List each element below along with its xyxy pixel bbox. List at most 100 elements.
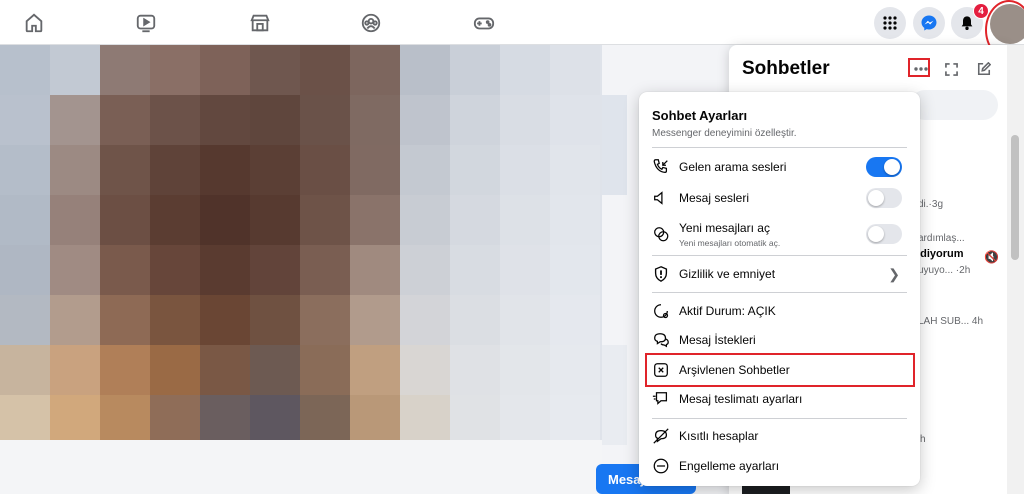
mosaic-tile [150,195,200,245]
mosaic-tile [350,395,400,445]
mosaic-tile [100,345,150,395]
chat-preview-text: uyuyo... ·2h [918,265,971,276]
menu-item-restricted-accounts[interactable]: Kısıtlı hesaplar [648,422,912,450]
mosaic-tile [0,95,50,145]
chevron-right-icon: ❯ [888,266,900,282]
page-scrollbar[interactable] [1007,45,1024,494]
photo-lower-area [0,440,602,494]
chats-search-field[interactable] [910,90,998,120]
menu-item-label: Kısıtlı hesaplar [679,429,759,443]
mosaic-tile [300,145,350,195]
mosaic-tile [250,195,300,245]
menu-grid-icon[interactable] [874,7,906,39]
mosaic-tile [300,295,350,345]
menu-item-message-sounds[interactable]: Mesaj sesleri [648,184,912,212]
scrollbar-thumb[interactable] [1011,135,1019,260]
mosaic-tile [50,145,100,195]
menu-item-label: Mesaj İstekleri [679,333,756,347]
messenger-icon[interactable] [913,7,945,39]
mosaic-tile [400,145,450,195]
menu-item-label: Mesaj teslimatı ayarları [679,392,803,406]
mosaic-tile [50,395,100,445]
mosaic-tile [0,345,50,395]
block-icon [651,456,671,476]
menu-item-privacy-safety[interactable]: Gizlilik ve emniyet ❯ [648,260,912,288]
mosaic-tile [100,395,150,445]
mosaic-tile [250,395,300,445]
mosaic-tile [500,145,550,195]
menu-item-incoming-call-sounds[interactable]: Gelen arama sesleri [648,153,912,181]
menu-item-label: Engelleme ayarları [679,459,780,473]
menu-item-open-new-messages[interactable]: Yeni mesajları aç Yeni mesajları otomati… [648,220,912,248]
mosaic-tile [400,45,450,95]
mosaic-tile [100,95,150,145]
menu-item-block-settings[interactable]: Engelleme ayarları [648,452,912,480]
notifications-icon[interactable]: 4 [951,3,989,39]
mosaic-tile [450,245,500,295]
mosaic-tile [400,95,450,145]
menu-item-active-status[interactable]: Aktif Durum: AÇIK [648,297,912,325]
divider [652,147,907,148]
mosaic-tile [200,245,250,295]
message-requests-icon [651,330,671,350]
mosaic-tile [300,395,350,445]
incoming-call-icon [651,157,671,177]
mosaic-tile [400,195,450,245]
message-sounds-toggle[interactable] [866,188,902,208]
mosaic-tile [550,245,600,295]
watch-icon[interactable] [133,10,159,36]
gaming-icon[interactable] [471,10,497,36]
mosaic-tile [550,395,600,445]
mosaic-tile [150,145,200,195]
mosaic-tile [500,45,550,95]
mosaic-tile [150,245,200,295]
expand-icon[interactable] [940,59,962,79]
menu-header: Sohbet Ayarları Messenger deneyimini öze… [652,108,797,139]
divider [652,418,907,419]
menu-item-label: Gelen arama sesleri [679,160,787,174]
mosaic-tile [450,95,500,145]
mosaic-tile [300,195,350,245]
incoming-call-sounds-toggle[interactable] [866,157,902,177]
menu-item-label: Gizlilik ve emniyet [679,267,776,281]
mosaic-tile [350,45,400,95]
chat-preview-text: LAH SUB... 4h [918,316,984,327]
mosaic-tile [550,95,600,145]
mosaic-tile [300,95,350,145]
menu-title: Sohbet Ayarları [652,108,748,123]
muted-icon: 🔇 [984,250,999,264]
mosaic-tile [350,295,400,345]
home-icon[interactable] [21,10,47,36]
menu-subtitle: Messenger deneyimini özelleştir. [652,128,797,139]
mosaic-tile [0,295,50,345]
mosaic-tile [500,295,550,345]
open-new-messages-toggle[interactable] [866,224,902,244]
chat-preview-text: h [920,434,926,445]
mosaic-tile [450,295,500,345]
speaker-icon [651,188,671,208]
mosaic-tile [450,395,500,445]
mosaic-tile [200,145,250,195]
shield-icon [651,264,671,284]
marketplace-icon[interactable] [247,10,273,36]
menu-item-delivery-settings[interactable]: Mesaj teslimatı ayarları [648,385,912,413]
mosaic-tile [500,195,550,245]
chats-title: Sohbetler [742,58,830,79]
top-navigation-bar: 4 [0,0,1024,45]
mosaic-tile [550,195,600,245]
groups-icon[interactable] [358,10,384,36]
annotation-box-archived-chats [645,353,915,387]
mosaic-tile [100,45,150,95]
new-message-icon[interactable] [973,59,995,79]
mosaic-tile [550,345,600,395]
mosaic-tile [100,145,150,195]
mosaic-tile [0,395,50,445]
restricted-icon [651,426,671,446]
mosaic-tile [400,345,450,395]
mosaic-tile [200,395,250,445]
mosaic-tile [50,45,100,95]
menu-item-message-requests[interactable]: Mesaj İstekleri [648,326,912,354]
menu-item-label: Aktif Durum: AÇIK [679,304,776,318]
mosaic-tile [250,295,300,345]
mosaic-tile [200,295,250,345]
